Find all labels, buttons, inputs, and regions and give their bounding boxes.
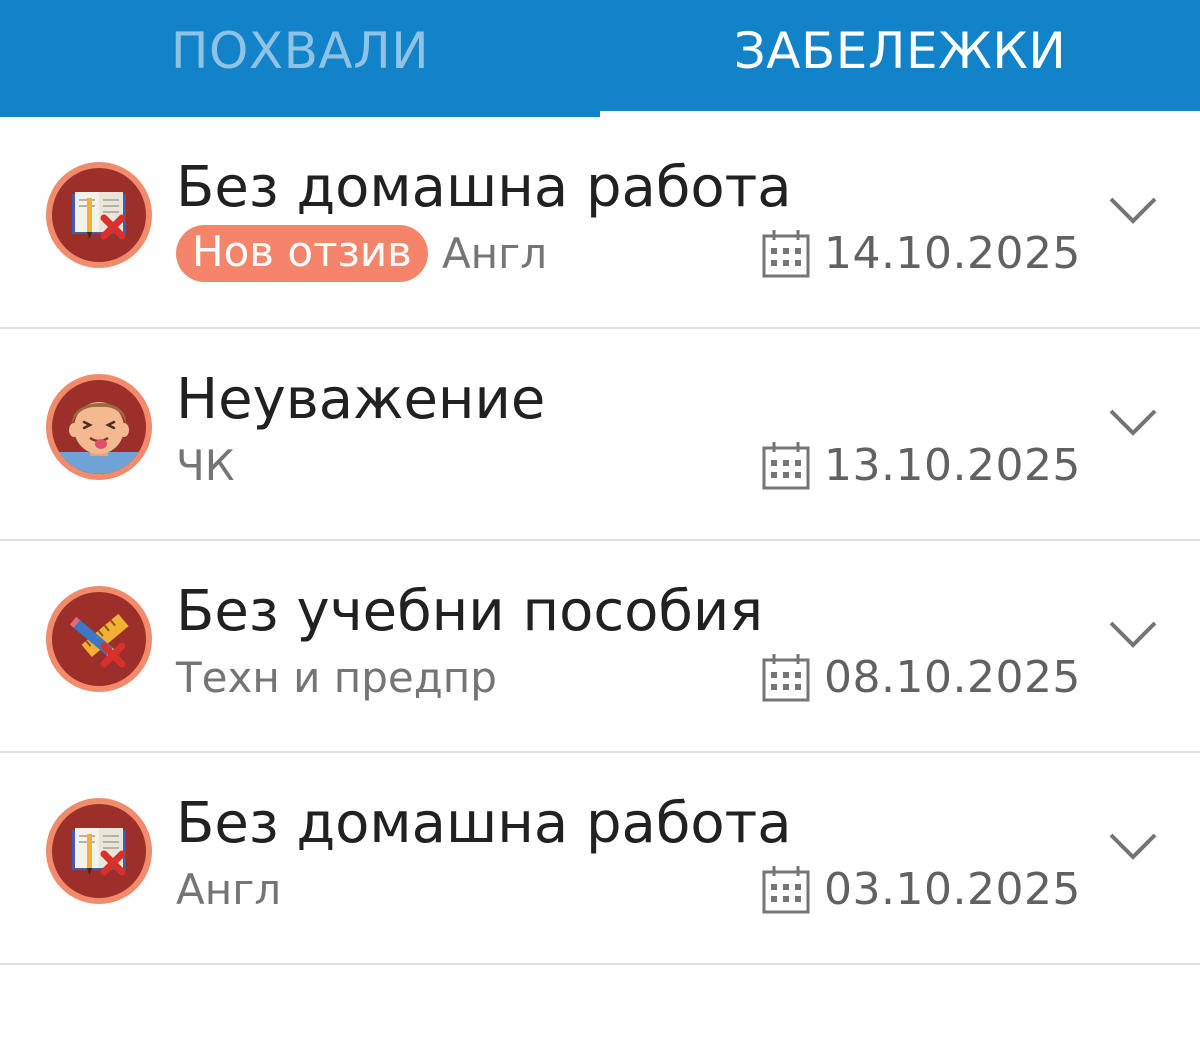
remark-date-text: 03.10.2025 [824, 863, 1081, 915]
remark-subject: Англ [441, 228, 548, 278]
calendar-icon [762, 230, 810, 278]
remark-date: 03.10.2025 [762, 863, 1081, 915]
remark-title: Без домашна работа [176, 155, 792, 220]
remark-date-text: 13.10.2025 [824, 439, 1081, 491]
book-cross-icon [46, 798, 152, 904]
remark-meta: ЧК [176, 433, 235, 497]
remark-title: Неуважение [176, 367, 546, 432]
remark-date: 14.10.2025 [762, 227, 1081, 279]
remark-subject: Англ [176, 864, 282, 914]
remark-item[interactable]: Без домашна работа Нов отзив Англ 14.10.… [0, 117, 1200, 329]
remark-date: 13.10.2025 [762, 439, 1081, 491]
chevron-down-icon[interactable] [1108, 617, 1158, 653]
tab-bar: ПОХВАЛИ ЗАБЕЛЕЖКИ [0, 0, 1200, 117]
remark-title: Без домашна работа [176, 791, 792, 856]
remark-item[interactable]: Без учебни пособия Техн и предпр 08.10.2… [0, 541, 1200, 753]
tab-praises[interactable]: ПОХВАЛИ [0, 0, 600, 117]
remark-subject: ЧК [176, 440, 235, 490]
tab-remarks[interactable]: ЗАБЕЛЕЖКИ [600, 0, 1200, 117]
calendar-icon [762, 654, 810, 702]
chevron-down-icon[interactable] [1108, 829, 1158, 865]
remarks-list: Без домашна работа Нов отзив Англ 14.10.… [0, 117, 1200, 965]
remark-item[interactable]: Неуважение ЧК 13.10.2025 [0, 329, 1200, 541]
chevron-down-icon[interactable] [1108, 193, 1158, 229]
remark-title: Без учебни пособия [176, 579, 764, 644]
remark-subject: Техн и предпр [176, 652, 497, 702]
remark-meta: Техн и предпр [176, 645, 497, 709]
pencil-ruler-cross-icon [46, 586, 152, 692]
remark-date-text: 14.10.2025 [824, 227, 1081, 279]
remark-date: 08.10.2025 [762, 651, 1081, 703]
calendar-icon [762, 442, 810, 490]
book-cross-icon [46, 162, 152, 268]
new-feedback-badge: Нов отзив [176, 224, 428, 282]
chevron-down-icon[interactable] [1108, 405, 1158, 441]
remark-item[interactable]: Без домашна работа Англ 03.10.2025 [0, 753, 1200, 965]
boy-tongue-icon [46, 374, 152, 480]
remark-meta: Англ [176, 857, 281, 921]
calendar-icon [762, 866, 810, 914]
remark-meta: Нов отзив Англ [176, 221, 547, 285]
remark-date-text: 08.10.2025 [824, 651, 1081, 703]
